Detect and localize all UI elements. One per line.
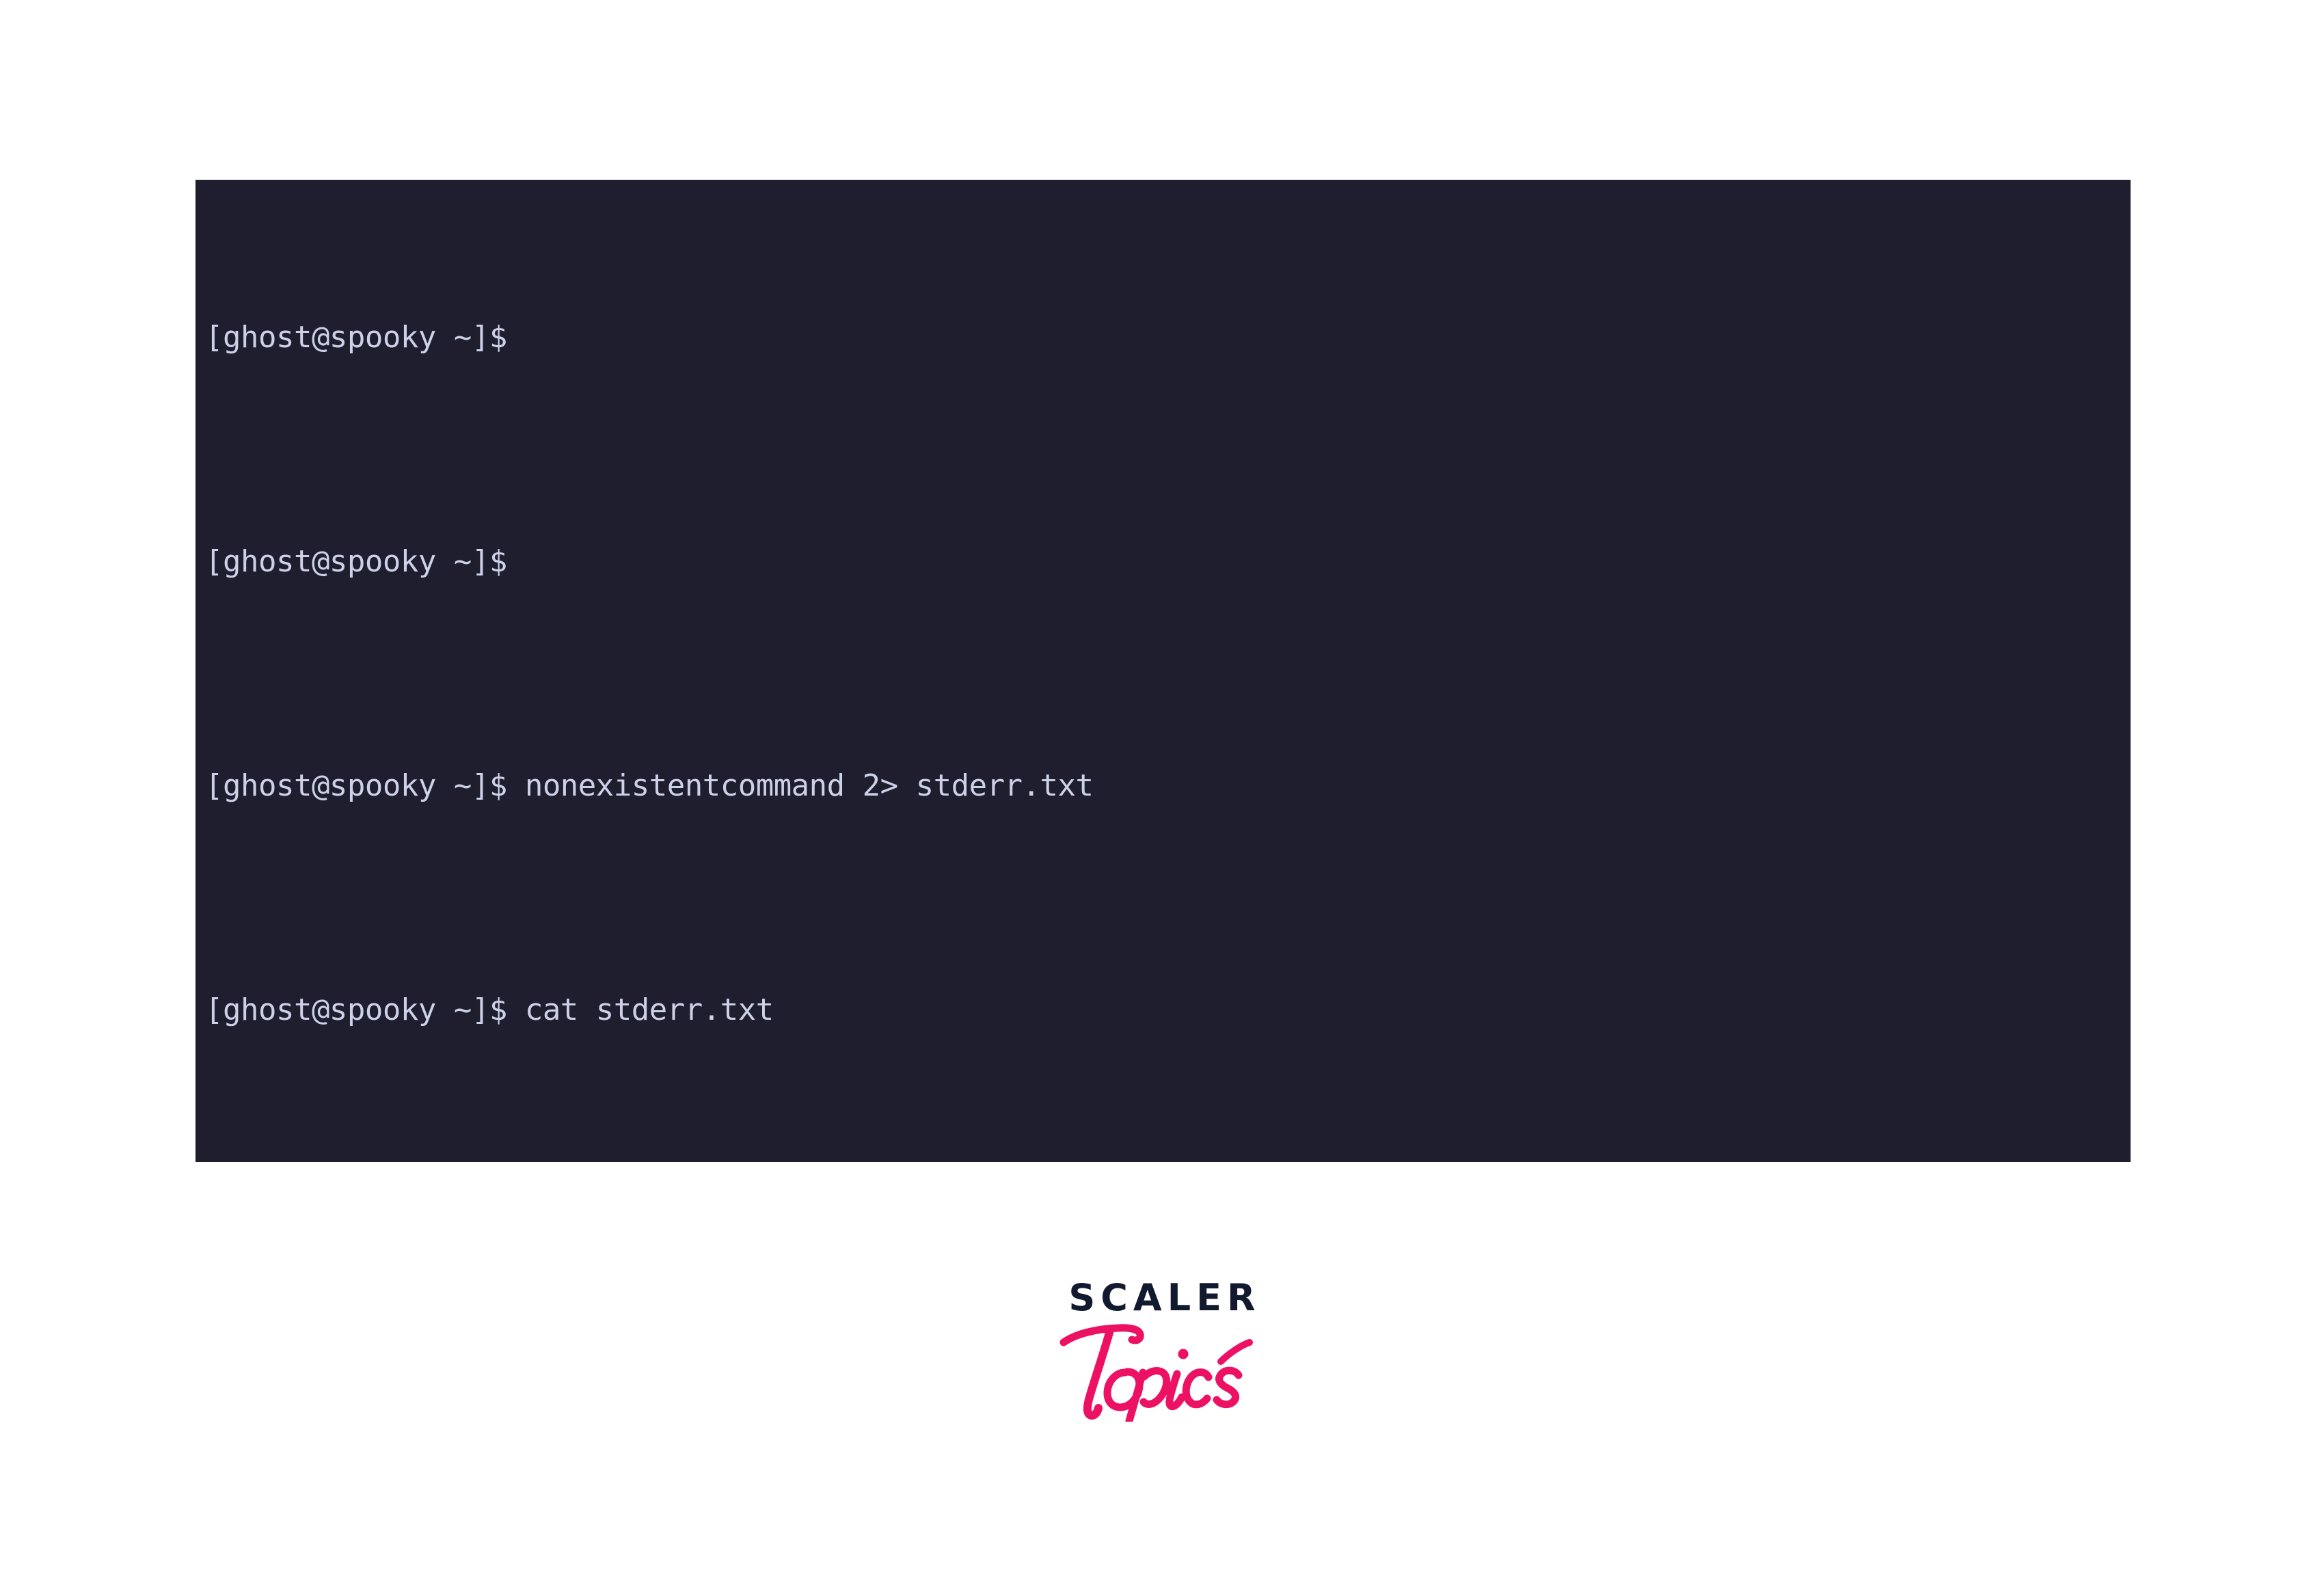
terminal-line-1: [ghost@spooky ~]$ — [205, 534, 2131, 590]
terminal-output: [ghost@spooky ~]$ [ghost@spooky ~]$ [gho… — [205, 180, 2131, 1162]
terminal-line-text: [ghost@spooky ~]$ — [205, 544, 507, 579]
terminal-line-2: [ghost@spooky ~]$ nonexistentcommand 2> … — [205, 758, 2131, 814]
scaler-topics-logo: SCALER — [0, 1280, 2324, 1422]
terminal-line-text: [ghost@spooky ~]$ — [205, 320, 507, 355]
terminal-line-text: [ghost@spooky ~]$ cat stderr.txt — [205, 992, 774, 1027]
terminal-window[interactable]: [ghost@spooky ~]$ [ghost@spooky ~]$ [gho… — [195, 180, 2131, 1162]
logo-scaler-wordmark: SCALER — [1068, 1276, 1261, 1319]
logo-topics-wordmark — [0, 1319, 2324, 1422]
terminal-line-clipped: [ghost@spooky ~]$ — [205, 310, 2131, 366]
terminal-line-text: [ghost@spooky ~]$ nonexistentcommand 2> … — [205, 768, 1094, 803]
terminal-line-3: [ghost@spooky ~]$ cat stderr.txt — [205, 982, 2131, 1038]
logo-topics-script-icon — [1059, 1324, 1253, 1422]
